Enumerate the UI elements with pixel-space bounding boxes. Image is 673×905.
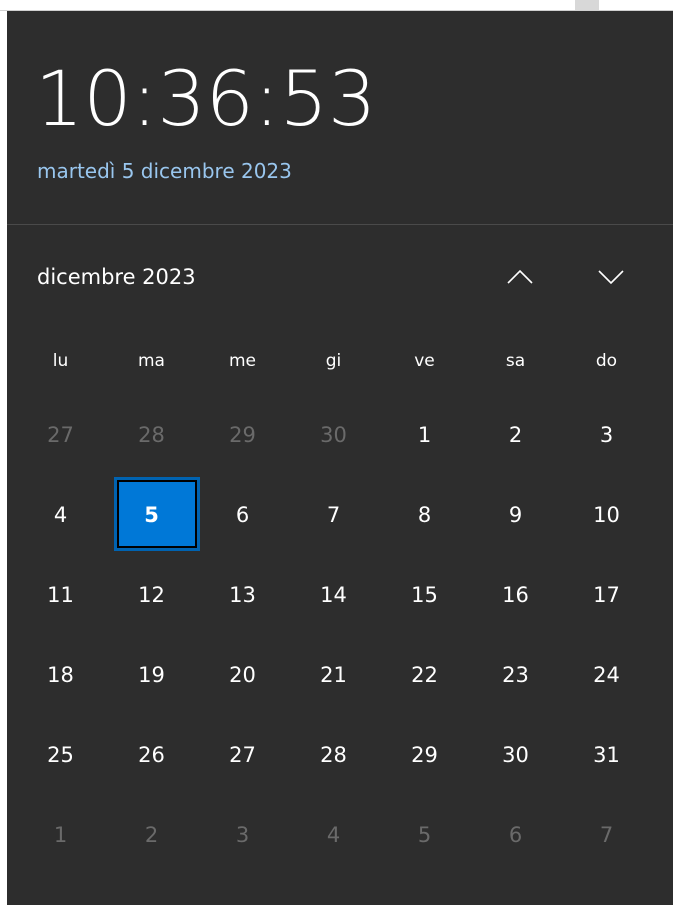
calendar-day[interactable]: 30 (470, 715, 561, 795)
chevron-up-icon (507, 269, 533, 284)
full-date-link[interactable]: martedì 5 dicembre 2023 (37, 159, 292, 183)
calendar-day-next-month[interactable]: 5 (379, 795, 470, 875)
calendar-day-previous-month[interactable]: 29 (197, 395, 288, 475)
calendar-day[interactable]: 14 (288, 555, 379, 635)
previous-month-button[interactable] (500, 261, 540, 293)
calendar-day[interactable]: 24 (561, 635, 652, 715)
calendar-day[interactable]: 28 (288, 715, 379, 795)
chevron-down-icon (598, 270, 624, 285)
weekday-label: me (228, 351, 257, 371)
calendar-day-next-month[interactable]: 4 (288, 795, 379, 875)
weekday-label: lu (52, 351, 69, 371)
calendar-day[interactable]: 26 (106, 715, 197, 795)
calendar-day-today[interactable]: 5 (106, 475, 200, 555)
calendar-day[interactable]: 8 (379, 475, 470, 555)
calendar-day-next-month[interactable]: 3 (197, 795, 288, 875)
weekday-label: ma (138, 351, 165, 371)
calendar-day-next-month[interactable]: 2 (106, 795, 197, 875)
calendar-day[interactable]: 6 (197, 475, 288, 555)
calendar-day[interactable]: 13 (197, 555, 288, 635)
next-month-button[interactable] (591, 261, 631, 293)
clock-time: 10:36:53 (35, 54, 377, 143)
calendar-day[interactable]: 17 (561, 555, 652, 635)
calendar-day-previous-month[interactable]: 27 (15, 395, 106, 475)
calendar-day-next-month[interactable]: 6 (470, 795, 561, 875)
calendar-day[interactable]: 3 (561, 395, 652, 475)
calendar-week-row: 11 12 13 14 15 16 17 (15, 555, 666, 635)
calendar-day-previous-month[interactable]: 30 (288, 395, 379, 475)
calendar-day[interactable]: 21 (288, 635, 379, 715)
top-strip (0, 0, 673, 11)
calendar-day[interactable]: 23 (470, 635, 561, 715)
calendar-week-row: 1 2 3 4 5 6 7 (15, 795, 666, 875)
calendar-day[interactable]: 16 (470, 555, 561, 635)
weekday-label: gi (325, 351, 342, 371)
calendar-day[interactable]: 20 (197, 635, 288, 715)
calendar-day-previous-month[interactable]: 28 (106, 395, 197, 475)
divider (7, 224, 673, 225)
calendar-day[interactable]: 25 (15, 715, 106, 795)
calendar-day[interactable]: 2 (470, 395, 561, 475)
calendar-week-row: 4 5 6 7 8 9 10 (15, 475, 666, 555)
calendar-day-next-month[interactable]: 7 (561, 795, 652, 875)
calendar-week-row: 18 19 20 21 22 23 24 (15, 635, 666, 715)
calendar-day[interactable]: 22 (379, 635, 470, 715)
calendar-day[interactable]: 18 (15, 635, 106, 715)
calendar-day[interactable]: 9 (470, 475, 561, 555)
calendar-day[interactable]: 29 (379, 715, 470, 795)
top-notch (575, 0, 599, 10)
calendar-day[interactable]: 27 (197, 715, 288, 795)
weekday-label: do (595, 351, 618, 371)
month-year-label[interactable]: dicembre 2023 (37, 265, 196, 289)
calendar-day[interactable]: 15 (379, 555, 470, 635)
calendar-day-next-month[interactable]: 1 (15, 795, 106, 875)
calendar-day[interactable]: 7 (288, 475, 379, 555)
calendar-day[interactable]: 12 (106, 555, 197, 635)
calendar-day[interactable]: 19 (106, 635, 197, 715)
calendar-week-row: 27 28 29 30 1 2 3 (15, 395, 666, 475)
calendar-day[interactable]: 4 (15, 475, 106, 555)
clock-calendar-flyout: 10:36:53 martedì 5 dicembre 2023 dicembr… (7, 11, 673, 905)
calendar-day[interactable]: 31 (561, 715, 652, 795)
calendar-week-row: 25 26 27 28 29 30 31 (15, 715, 666, 795)
weekday-label: ve (414, 351, 435, 371)
weekday-label: sa (505, 351, 526, 371)
weekday-header: lu ma me gi ve sa do (15, 341, 666, 381)
calendar-day-number: 5 (144, 503, 159, 527)
calendar-day[interactable]: 1 (379, 395, 470, 475)
calendar-day[interactable]: 11 (15, 555, 106, 635)
calendar-day[interactable]: 10 (561, 475, 652, 555)
